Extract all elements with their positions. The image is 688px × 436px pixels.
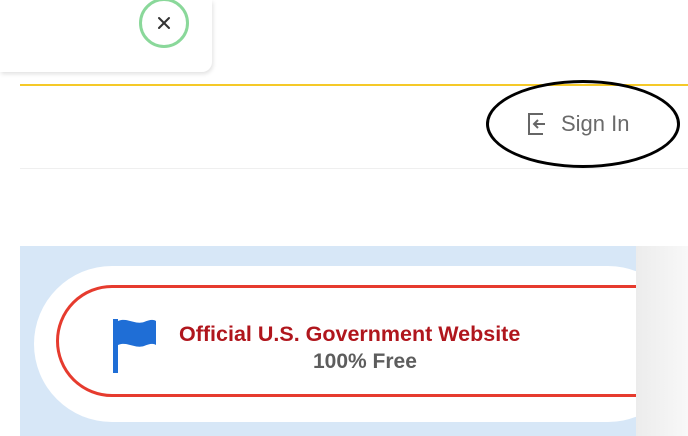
sign-in-link[interactable]: Sign In bbox=[525, 108, 630, 140]
flag-icon bbox=[111, 317, 159, 380]
close-button[interactable] bbox=[139, 0, 189, 48]
sign-in-label: Sign In bbox=[561, 111, 630, 136]
sign-in-icon bbox=[525, 111, 549, 137]
banner-title: Official U.S. Government Website bbox=[179, 322, 521, 346]
top-panel bbox=[0, 0, 212, 72]
close-icon bbox=[156, 15, 172, 31]
banner-area: Official U.S. Government Website 100% Fr… bbox=[20, 246, 636, 436]
header-bar: Sign In bbox=[20, 86, 688, 169]
official-website-banner: Official U.S. Government Website 100% Fr… bbox=[56, 285, 636, 397]
right-shade bbox=[636, 246, 688, 436]
banner-pill: Official U.S. Government Website 100% Fr… bbox=[40, 272, 636, 416]
banner-subtitle: 100% Free bbox=[313, 350, 417, 373]
